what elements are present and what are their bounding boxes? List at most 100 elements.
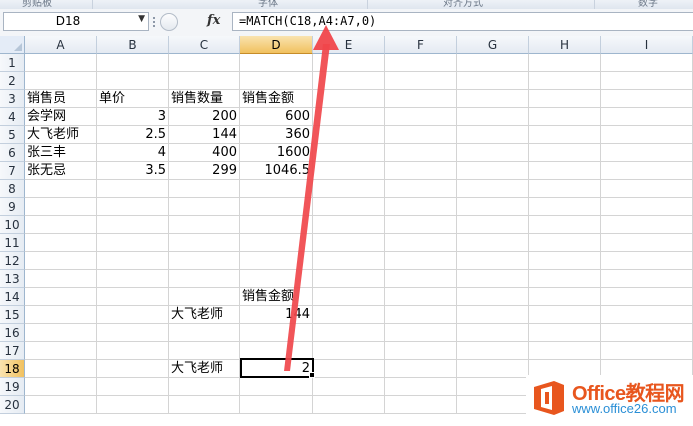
chevron-down-icon[interactable]: ▼	[138, 14, 145, 24]
cell-c9[interactable]	[169, 198, 240, 216]
cell-g1[interactable]	[457, 54, 529, 72]
cell-c20[interactable]	[169, 396, 240, 414]
cell-f16[interactable]	[385, 324, 457, 342]
row-header-8[interactable]: 8	[0, 180, 25, 198]
column-header-c[interactable]: C	[169, 36, 240, 54]
cell-h15[interactable]	[529, 306, 601, 324]
cell-e13[interactable]	[313, 270, 385, 288]
cell-i11[interactable]	[601, 234, 693, 252]
formula-bar-oval-button[interactable]	[160, 13, 178, 31]
cell-i5[interactable]	[601, 126, 693, 144]
cell-d6[interactable]: 1600	[240, 144, 313, 162]
column-header-d[interactable]: D	[240, 36, 313, 54]
cell-i16[interactable]	[601, 324, 693, 342]
insert-function-icon[interactable]: fx	[207, 13, 220, 28]
cell-h1[interactable]	[529, 54, 601, 72]
row-header-11[interactable]: 11	[0, 234, 25, 252]
cell-i17[interactable]	[601, 342, 693, 360]
name-box[interactable]: D18 ▼	[3, 12, 149, 31]
row-header-15[interactable]: 15	[0, 306, 25, 324]
cell-c16[interactable]	[169, 324, 240, 342]
row-header-18[interactable]: 18	[0, 360, 25, 378]
cell-c8[interactable]	[169, 180, 240, 198]
cell-f20[interactable]	[385, 396, 457, 414]
cell-d8[interactable]	[240, 180, 313, 198]
cell-i1[interactable]	[601, 54, 693, 72]
cell-e12[interactable]	[313, 252, 385, 270]
cell-b9[interactable]	[97, 198, 169, 216]
cell-h14[interactable]	[529, 288, 601, 306]
cell-b5[interactable]: 2.5	[97, 126, 169, 144]
row-header-10[interactable]: 10	[0, 216, 25, 234]
row-header-9[interactable]: 9	[0, 198, 25, 216]
cell-a6[interactable]: 张三丰	[25, 144, 97, 162]
cell-e17[interactable]	[313, 342, 385, 360]
cell-e9[interactable]	[313, 198, 385, 216]
cell-f15[interactable]	[385, 306, 457, 324]
cell-d1[interactable]	[240, 54, 313, 72]
cell-d16[interactable]	[240, 324, 313, 342]
cell-g14[interactable]	[457, 288, 529, 306]
cell-c6[interactable]: 400	[169, 144, 240, 162]
cell-e7[interactable]	[313, 162, 385, 180]
cell-d4[interactable]: 600	[240, 108, 313, 126]
row-header-6[interactable]: 6	[0, 144, 25, 162]
cell-g15[interactable]	[457, 306, 529, 324]
cell-e20[interactable]	[313, 396, 385, 414]
cell-h13[interactable]	[529, 270, 601, 288]
cell-g5[interactable]	[457, 126, 529, 144]
cell-i12[interactable]	[601, 252, 693, 270]
cell-i2[interactable]	[601, 72, 693, 90]
cell-b14[interactable]	[97, 288, 169, 306]
cell-c3[interactable]: 销售数量	[169, 90, 240, 108]
cell-g3[interactable]	[457, 90, 529, 108]
cell-h10[interactable]	[529, 216, 601, 234]
cell-g9[interactable]	[457, 198, 529, 216]
cell-c1[interactable]	[169, 54, 240, 72]
cell-g12[interactable]	[457, 252, 529, 270]
cell-b13[interactable]	[97, 270, 169, 288]
cell-i13[interactable]	[601, 270, 693, 288]
cell-h9[interactable]	[529, 198, 601, 216]
cell-a13[interactable]	[25, 270, 97, 288]
cell-b11[interactable]	[97, 234, 169, 252]
cell-d5[interactable]: 360	[240, 126, 313, 144]
row-header-13[interactable]: 13	[0, 270, 25, 288]
cell-a14[interactable]	[25, 288, 97, 306]
cell-g7[interactable]	[457, 162, 529, 180]
row-header-12[interactable]: 12	[0, 252, 25, 270]
cell-b6[interactable]: 4	[97, 144, 169, 162]
formula-bar-resize-handle[interactable]	[152, 12, 202, 31]
cell-e10[interactable]	[313, 216, 385, 234]
cell-e19[interactable]	[313, 378, 385, 396]
row-header-16[interactable]: 16	[0, 324, 25, 342]
formula-input[interactable]: =MATCH(C18,A4:A7,0)	[232, 12, 693, 31]
cell-h11[interactable]	[529, 234, 601, 252]
cell-d17[interactable]	[240, 342, 313, 360]
cell-b12[interactable]	[97, 252, 169, 270]
cell-a20[interactable]	[25, 396, 97, 414]
row-header-5[interactable]: 5	[0, 126, 25, 144]
cell-f7[interactable]	[385, 162, 457, 180]
column-header-a[interactable]: A	[25, 36, 97, 54]
cell-g19[interactable]	[457, 378, 529, 396]
cell-i8[interactable]	[601, 180, 693, 198]
cell-c14[interactable]	[169, 288, 240, 306]
cell-h16[interactable]	[529, 324, 601, 342]
cell-c15[interactable]: 大飞老师	[169, 306, 240, 324]
cell-a17[interactable]	[25, 342, 97, 360]
cell-g8[interactable]	[457, 180, 529, 198]
cell-c7[interactable]: 299	[169, 162, 240, 180]
cell-f18[interactable]	[385, 360, 457, 378]
cell-a3[interactable]: 销售员	[25, 90, 97, 108]
cell-e4[interactable]	[313, 108, 385, 126]
cell-e15[interactable]	[313, 306, 385, 324]
cell-f4[interactable]	[385, 108, 457, 126]
cell-i6[interactable]	[601, 144, 693, 162]
cell-g6[interactable]	[457, 144, 529, 162]
column-header-e[interactable]: E	[313, 36, 385, 54]
cell-a12[interactable]	[25, 252, 97, 270]
cell-a5[interactable]: 大飞老师	[25, 126, 97, 144]
cell-g13[interactable]	[457, 270, 529, 288]
cell-f2[interactable]	[385, 72, 457, 90]
